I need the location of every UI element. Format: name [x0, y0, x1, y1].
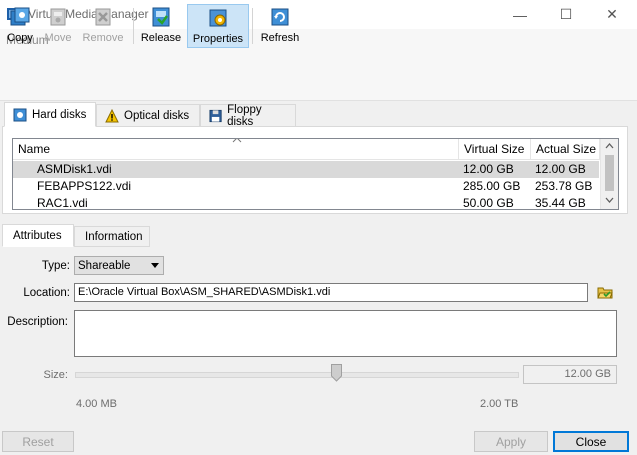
cell-virtual-size: 12.00 GB: [463, 162, 514, 176]
scrollbar-thumb[interactable]: [605, 155, 614, 191]
size-field[interactable]: 12.00 GB: [523, 365, 617, 384]
minimize-button[interactable]: —: [497, 0, 543, 29]
cell-virtual-size: 285.00 GB: [463, 179, 521, 193]
refresh-label: Refresh: [260, 32, 300, 44]
minimize-icon: —: [513, 6, 527, 23]
size-label: Size:: [43, 369, 68, 381]
location-label: Location:: [23, 287, 70, 299]
cell-name: RAC1.vdi: [37, 196, 88, 210]
tab-floppy-disks[interactable]: Floppy disks: [200, 103, 296, 128]
column-header-virtual-size[interactable]: Virtual Size: [459, 139, 531, 160]
cell-virtual-size: 50.00 GB: [463, 196, 514, 210]
tab-optical-disks[interactable]: Optical disks: [96, 104, 200, 127]
remove-button[interactable]: Remove: [80, 4, 126, 48]
move-label: Move: [44, 32, 72, 44]
properties-gear-icon: [209, 9, 227, 27]
warning-icon: [105, 108, 119, 122]
refresh-button[interactable]: Refresh: [257, 4, 303, 48]
release-button[interactable]: Release: [138, 4, 184, 48]
table-row[interactable]: ASMDisk1.vdi 12.00 GB 12.00 GB: [13, 161, 599, 178]
cell-actual-size: 35.44 GB: [535, 196, 586, 210]
cell-actual-size: 253.78 GB: [535, 179, 593, 193]
table-row[interactable]: RAC1.vdi 50.00 GB 35.44 GB: [13, 195, 599, 210]
apply-button[interactable]: Apply: [474, 431, 548, 452]
cell-actual-size: 12.00 GB: [535, 162, 586, 176]
close-button[interactable]: Close: [553, 431, 629, 452]
floppy-disk-icon: [209, 109, 222, 122]
cell-name: FEBAPPS122.vdi: [37, 179, 132, 193]
size-min-label: 4.00 MB: [76, 398, 117, 410]
move-disk-icon: [50, 8, 66, 26]
type-label: Type:: [41, 260, 70, 272]
type-value: Shareable: [78, 259, 131, 272]
refresh-icon: [271, 8, 289, 26]
release-label: Release: [140, 32, 182, 44]
close-window-button[interactable]: ✕: [589, 0, 635, 29]
maximize-icon: ☐: [559, 6, 573, 22]
description-field[interactable]: [74, 310, 617, 357]
tab-optical-disks-label: Optical disks: [124, 109, 190, 122]
copy-label: Copy: [7, 32, 33, 44]
media-table: Name Virtual Size Actual Size ASMDisk1.v…: [12, 138, 619, 210]
tab-attributes[interactable]: Attributes: [2, 224, 74, 247]
tab-hard-disks[interactable]: Hard disks: [4, 102, 96, 127]
remove-disk-icon: [95, 8, 111, 26]
toolbar-separator: [133, 8, 134, 44]
scroll-down-icon[interactable]: [605, 197, 614, 203]
maximize-button[interactable]: ☐: [543, 0, 589, 29]
tab-hard-disks-label: Hard disks: [32, 108, 87, 121]
tab-floppy-disks-label: Floppy disks: [227, 103, 262, 128]
table-row[interactable]: FEBAPPS122.vdi 285.00 GB 253.78 GB: [13, 178, 599, 195]
move-button[interactable]: Move: [40, 4, 76, 48]
scroll-up-icon[interactable]: [605, 143, 614, 149]
hard-disk-icon: [13, 108, 27, 121]
tab-information[interactable]: Information: [74, 226, 150, 247]
remove-label: Remove: [82, 32, 124, 44]
copy-disk-icon: [10, 7, 30, 26]
description-label: Description:: [7, 316, 68, 328]
column-header-actual-size[interactable]: Actual Size: [531, 139, 600, 160]
location-field[interactable]: E:\Oracle Virtual Box\ASM_SHARED\ASMDisk…: [74, 283, 588, 302]
close-icon: ✕: [606, 6, 618, 22]
size-slider-thumb[interactable]: [331, 364, 343, 382]
toolbar-separator: [252, 8, 253, 44]
table-vertical-scrollbar[interactable]: [600, 139, 618, 209]
release-disk-icon: [152, 7, 170, 27]
properties-label: Properties: [192, 33, 244, 45]
properties-button[interactable]: Properties: [187, 4, 249, 48]
type-select[interactable]: Shareable: [74, 256, 164, 275]
size-max-label: 2.00 TB: [480, 398, 519, 410]
toolbar: [0, 50, 637, 101]
cell-name: ASMDisk1.vdi: [37, 162, 112, 176]
reset-button[interactable]: Reset: [2, 431, 74, 452]
size-slider-track[interactable]: [75, 372, 519, 378]
sort-up-icon: [232, 139, 242, 143]
folder-browse-icon[interactable]: [597, 284, 613, 300]
dropdown-arrow-icon: [151, 263, 159, 268]
copy-button[interactable]: Copy: [3, 4, 37, 48]
